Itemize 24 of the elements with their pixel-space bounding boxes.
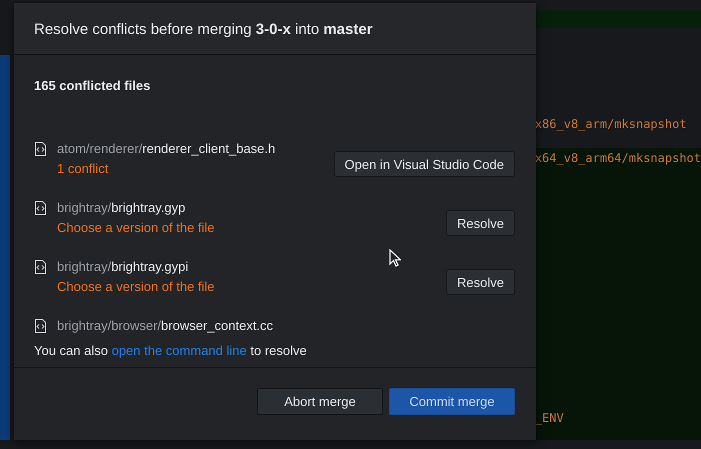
code-file-icon [34, 260, 47, 274]
file-path: brightray/brightray.gyp [57, 200, 186, 215]
conflict-status: 1 conflict [57, 161, 110, 176]
dialog-title: Resolve conflicts before merging 3-0-x into master [14, 3, 536, 55]
abort-merge-button[interactable]: Abort merge [257, 388, 383, 415]
command-line-link[interactable]: open the command line [112, 343, 247, 358]
resolve-button[interactable]: Resolve [446, 210, 515, 236]
file-path: atom/renderer/renderer_client_base.h [57, 141, 276, 156]
code-line: x86_v8_arm/mksnapshot [534, 116, 688, 133]
code-file-icon [34, 142, 47, 156]
commit-merge-button[interactable]: Commit merge [389, 388, 515, 415]
file-path: brightray/brightray.gypi [57, 259, 190, 274]
code-file-icon [34, 319, 47, 333]
resolve-button[interactable]: Resolve [446, 269, 515, 295]
code-line: _ENV [534, 410, 565, 427]
conflict-status: Choose a version of the file [57, 220, 215, 235]
hint-text: You can also open the command line to resolve [14, 338, 536, 368]
open-editor-button[interactable]: Open in Visual Studio Code [334, 151, 515, 177]
conflict-count: 165 conflicted files [33, 77, 152, 95]
code-line: x64_v8_arm64/mksnapshot [534, 150, 701, 167]
conflict-status: Choose a version of the file [57, 279, 215, 294]
file-path: brightray/browser/browser_context.cc [57, 318, 274, 333]
code-file-icon [34, 201, 47, 215]
mouse-pointer-icon [389, 249, 401, 267]
